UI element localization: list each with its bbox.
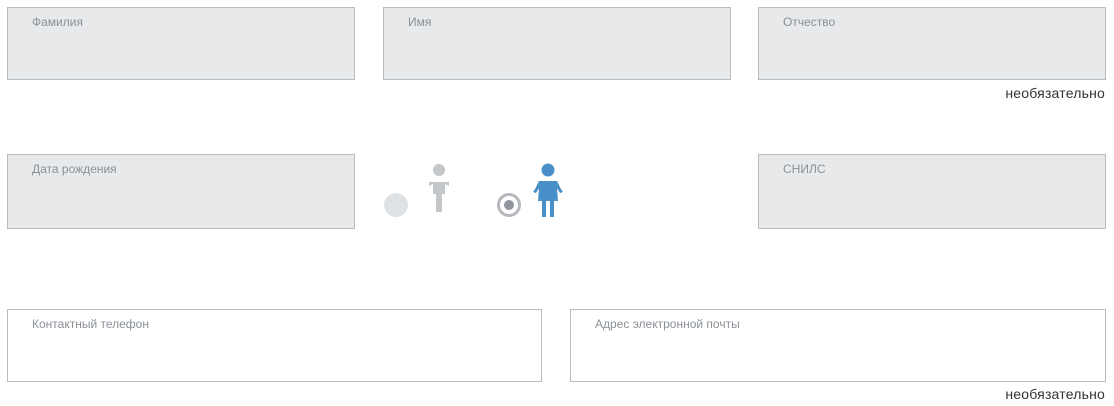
gender-female-radio[interactable] bbox=[497, 193, 521, 217]
middle-name-field[interactable]: Отчество bbox=[758, 7, 1106, 80]
birth-date-label: Дата рождения bbox=[32, 162, 117, 176]
email-field[interactable]: Адрес электронной почты bbox=[570, 309, 1106, 382]
phone-label: Контактный телефон bbox=[32, 317, 149, 331]
female-icon[interactable] bbox=[530, 161, 566, 217]
snils-field[interactable]: СНИЛС bbox=[758, 154, 1106, 229]
male-icon[interactable] bbox=[425, 161, 453, 217]
radio-selected-dot bbox=[504, 200, 514, 210]
phone-field[interactable]: Контактный телефон bbox=[7, 309, 542, 382]
middle-name-label: Отчество bbox=[783, 15, 836, 29]
last-name-label: Фамилия bbox=[32, 15, 83, 29]
email-optional-hint: необязательно bbox=[1005, 386, 1105, 402]
first-name-label: Имя bbox=[408, 15, 432, 29]
first-name-field[interactable]: Имя bbox=[383, 7, 731, 80]
snils-label: СНИЛС bbox=[783, 162, 826, 176]
email-label: Адрес электронной почты bbox=[595, 317, 740, 331]
last-name-field[interactable]: Фамилия bbox=[7, 7, 355, 80]
middle-name-optional-hint: необязательно bbox=[1005, 85, 1105, 101]
birth-date-field[interactable]: Дата рождения bbox=[7, 154, 355, 229]
gender-male-radio[interactable] bbox=[384, 193, 408, 217]
